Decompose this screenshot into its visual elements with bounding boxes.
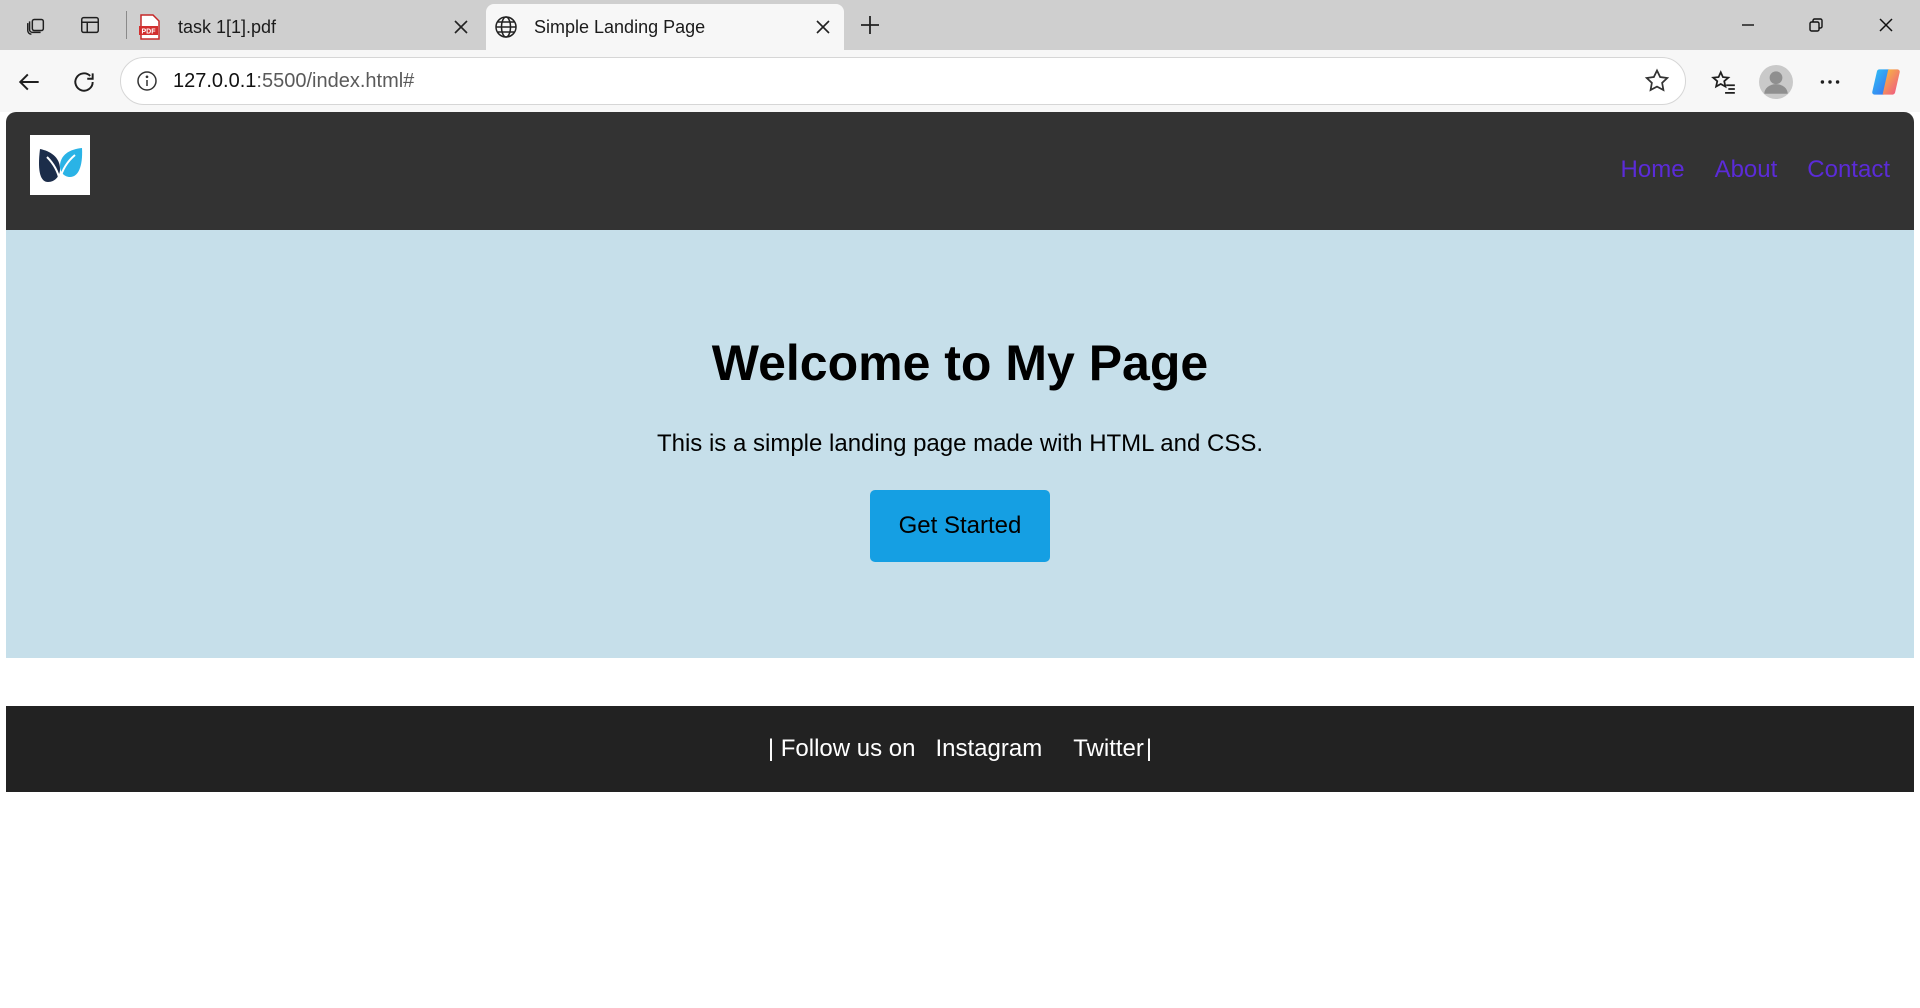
- hero-subtitle: This is a simple landing page made with …: [656, 430, 1264, 457]
- workspaces-icon: [27, 18, 45, 35]
- close-tab-icon[interactable]: [446, 12, 476, 42]
- address-bar[interactable]: 127.0.0.1:5500/index.html#: [120, 57, 1686, 105]
- hero-title: Welcome to My Page: [711, 335, 1209, 391]
- vertical-tabs-icon: [81, 16, 99, 34]
- hero-section: Welcome to My Page This is a simple land…: [6, 230, 1914, 658]
- avatar-icon: [1759, 65, 1793, 99]
- footer-bar: |: [1145, 735, 1153, 762]
- url-host: 127.0.0.1: [173, 69, 257, 92]
- tab-pdf[interactable]: PDF task 1[1].pdf: [130, 4, 482, 50]
- star-icon[interactable]: [1643, 67, 1671, 95]
- back-arrow-icon: [18, 73, 39, 91]
- site-footer: | Follow us on Instagram Twitter |: [6, 706, 1914, 792]
- pdf-icon: PDF: [136, 13, 164, 41]
- site-nav: Home About Contact: [1621, 156, 1890, 184]
- minimize-icon: [1742, 24, 1754, 26]
- new-tab-button[interactable]: [852, 7, 888, 43]
- site-info-icon[interactable]: [133, 67, 161, 95]
- leaf-logo-icon: [38, 148, 83, 182]
- plus-icon: [861, 16, 879, 34]
- restore-icon: [1809, 18, 1823, 32]
- refresh-button[interactable]: [64, 62, 104, 102]
- favorites-icon: [1711, 70, 1735, 94]
- site-logo[interactable]: [30, 135, 90, 195]
- copilot-button[interactable]: [1866, 62, 1906, 102]
- nav-link-home[interactable]: Home: [1621, 156, 1685, 184]
- footer-link-instagram[interactable]: Instagram: [936, 735, 1043, 763]
- close-tab-icon[interactable]: [808, 12, 838, 42]
- nav-link-about[interactable]: About: [1715, 156, 1778, 184]
- workspaces-button[interactable]: [18, 7, 54, 43]
- close-icon: [1879, 18, 1893, 32]
- site-header: Home About Contact: [6, 112, 1914, 230]
- refresh-icon: [74, 72, 94, 92]
- nav-link-contact[interactable]: Contact: [1807, 156, 1890, 184]
- page-viewport: Home About Contact Welcome to My Page Th…: [6, 112, 1914, 1002]
- favorites-button[interactable]: [1704, 62, 1744, 102]
- tab-landing-page[interactable]: Simple Landing Page: [486, 4, 844, 50]
- get-started-button[interactable]: Get Started: [870, 490, 1050, 562]
- copilot-icon: [1872, 69, 1900, 95]
- ellipsis-icon: [1820, 80, 1840, 84]
- minimize-button[interactable]: [1714, 0, 1782, 50]
- profile-button[interactable]: [1756, 62, 1796, 102]
- tab-separator: [126, 11, 127, 39]
- close-window-button[interactable]: [1852, 0, 1920, 50]
- back-button[interactable]: [10, 62, 50, 102]
- tab-title: task 1[1].pdf: [178, 16, 277, 37]
- tab-actions-button[interactable]: [72, 7, 108, 43]
- more-menu-button[interactable]: [1810, 62, 1850, 102]
- tab-strip: PDF task 1[1].pdf Simple Landing Page: [0, 0, 1920, 50]
- footer-link-twitter[interactable]: Twitter: [1073, 735, 1144, 763]
- url-path: :5500/index.html#: [256, 69, 415, 92]
- restore-button[interactable]: [1782, 0, 1850, 50]
- tab-title: Simple Landing Page: [534, 16, 706, 37]
- globe-icon: [492, 13, 520, 41]
- footer-follow-text: | Follow us on: [767, 735, 916, 762]
- url-text: 127.0.0.1:5500/index.html#: [173, 70, 414, 93]
- svg-text:PDF: PDF: [142, 29, 157, 36]
